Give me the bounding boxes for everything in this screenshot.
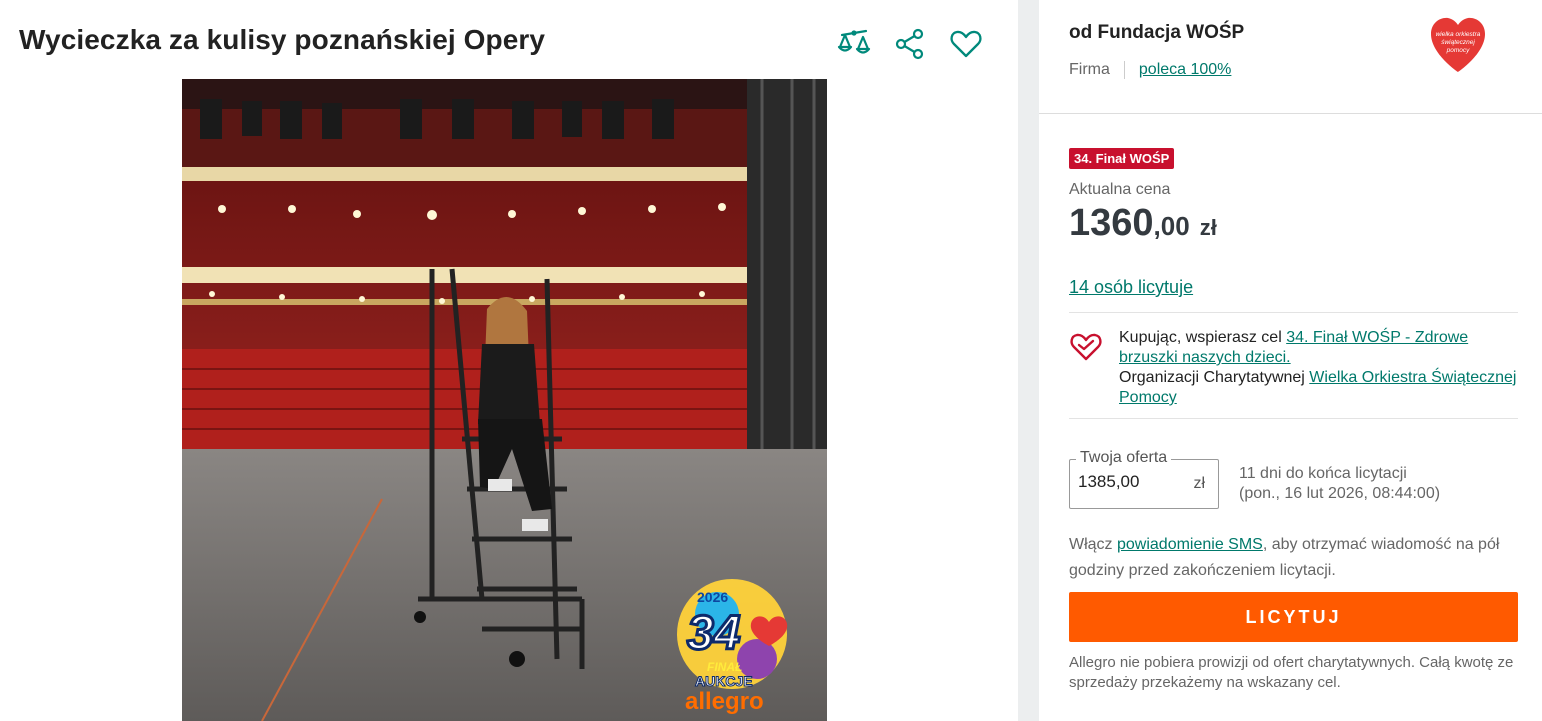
charity-text-1: Kupując, wspierasz cel bbox=[1119, 329, 1287, 346]
price-integer: 1360 bbox=[1069, 202, 1154, 244]
svg-text:świątecznej: świątecznej bbox=[1441, 39, 1475, 46]
seller-logo[interactable]: wielka orkiestra świątecznej pomocy bbox=[1427, 14, 1489, 76]
charity-text-2: Organizacji Charytatywnej bbox=[1119, 369, 1310, 386]
logo-brand: allegro bbox=[685, 688, 764, 715]
gallery-panel: Wycieczka za kulisy poznańskiej Opery 20… bbox=[0, 0, 1018, 721]
bid-amount-field[interactable]: Twoja oferta zł bbox=[1069, 449, 1219, 509]
offer-panel: od Fundacja WOŚP Firma poleca 100% wielk… bbox=[1039, 0, 1542, 721]
auction-deadline: 11 dni do końca licytacji (pon., 16 lut … bbox=[1239, 464, 1440, 504]
logo-year: 2026 bbox=[697, 589, 728, 605]
bid-amount-input[interactable] bbox=[1078, 472, 1183, 492]
heart-icon[interactable] bbox=[948, 26, 984, 62]
seller-meta: Firma poleca 100% bbox=[1069, 61, 1231, 79]
divider bbox=[1069, 418, 1518, 419]
current-price: 1360 ,00 zł bbox=[1069, 202, 1217, 245]
charity-badge: 34. Finał WOŚP bbox=[1069, 148, 1175, 169]
charity-info: Kupując, wspierasz cel 34. Finał WOŚP - … bbox=[1069, 328, 1518, 408]
compare-icon[interactable] bbox=[836, 26, 872, 62]
sms-notification-info: Włącz powiadomienie SMS, aby otrzymać wi… bbox=[1069, 532, 1524, 584]
bid-button[interactable]: LICYTUJ bbox=[1069, 592, 1518, 642]
sms-text-pre: Włącz bbox=[1069, 536, 1117, 553]
deadline-date: (pon., 16 lut 2026, 08:44:00) bbox=[1239, 485, 1441, 502]
seller-type: Firma bbox=[1069, 61, 1110, 78]
svg-text:wielka orkiestra: wielka orkiestra bbox=[1436, 31, 1481, 38]
price-currency: zł bbox=[1199, 215, 1217, 240]
price-decimal: ,00 bbox=[1153, 211, 1190, 241]
logo-number: 34 bbox=[687, 607, 740, 660]
svg-text:pomocy: pomocy bbox=[1446, 47, 1471, 54]
deadline-remaining: 11 dni do końca licytacji bbox=[1239, 465, 1407, 482]
seller-name[interactable]: od Fundacja WOŚP bbox=[1069, 22, 1244, 44]
meta-separator bbox=[1123, 61, 1125, 79]
bid-field-label: Twoja oferta bbox=[1076, 449, 1172, 467]
divider bbox=[1069, 312, 1518, 313]
commission-note: Allegro nie pobiera prowizji od ofert ch… bbox=[1069, 654, 1514, 691]
price-label: Aktualna cena bbox=[1069, 181, 1171, 198]
page: Wycieczka za kulisy poznańskiej Opery 20… bbox=[0, 0, 1542, 721]
sms-notification-link[interactable]: powiadomienie SMS bbox=[1117, 536, 1263, 553]
seller-recommend-link[interactable]: poleca 100% bbox=[1139, 61, 1232, 79]
divider bbox=[1039, 113, 1542, 114]
logo-line2: AUKCJE bbox=[695, 673, 753, 689]
offer-actions bbox=[836, 26, 984, 62]
charity-text: Kupując, wspierasz cel 34. Finał WOŚP - … bbox=[1119, 328, 1518, 408]
logo-line1: FINAŁ bbox=[707, 660, 742, 674]
column-gutter bbox=[1018, 0, 1039, 721]
bidders-link[interactable]: 14 osób licytuje bbox=[1069, 277, 1193, 298]
charity-heart-icon bbox=[1069, 328, 1119, 408]
main-photo[interactable]: 2026 34 FINAŁ AUKCJE allegro bbox=[182, 79, 827, 721]
bid-currency: zł bbox=[1193, 475, 1205, 492]
page-title: Wycieczka za kulisy poznańskiej Opery bbox=[19, 24, 546, 55]
share-icon[interactable] bbox=[892, 26, 928, 62]
